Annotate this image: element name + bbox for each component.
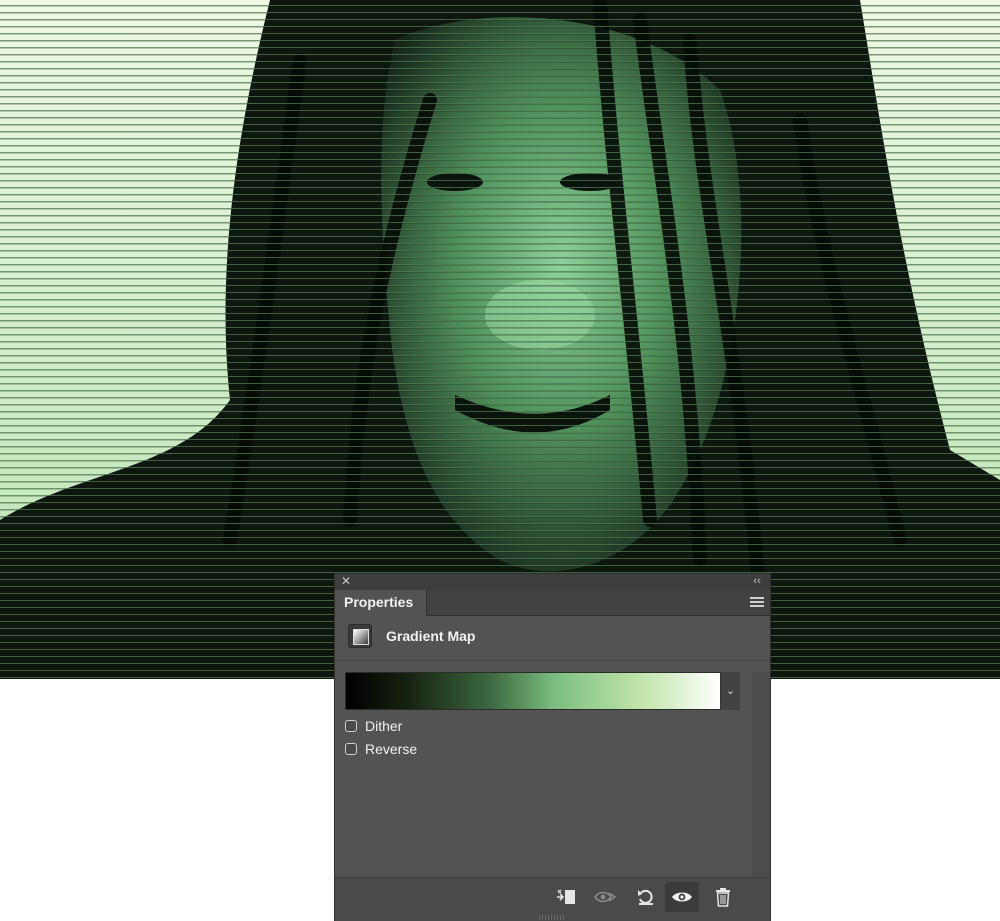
properties-panel: ✕ ‹‹ Properties Gradient Map ⌄ Dither Re… — [335, 574, 770, 921]
tab-properties[interactable]: Properties — [335, 590, 427, 616]
eye-icon — [672, 892, 692, 902]
panel-menu-icon[interactable] — [750, 597, 764, 608]
dither-checkbox[interactable] — [345, 720, 357, 732]
visibility-toggle-button[interactable] — [665, 882, 699, 912]
panel-scrollbar[interactable] — [752, 672, 770, 878]
gradient-map-icon — [348, 624, 372, 648]
resize-grip[interactable] — [539, 915, 565, 920]
reset-icon — [638, 889, 653, 905]
chevron-down-icon[interactable]: ⌄ — [720, 672, 740, 710]
close-icon[interactable]: ✕ — [340, 575, 352, 588]
view-previous-state-button[interactable] — [589, 882, 623, 912]
panel-bottom-toolbar — [335, 877, 770, 921]
clip-to-layer-button[interactable] — [549, 882, 583, 912]
adjustment-header: Gradient Map — [335, 616, 770, 661]
clip-to-layer-icon — [557, 889, 575, 904]
delete-button[interactable] — [706, 882, 740, 912]
trash-icon — [716, 888, 730, 907]
reverse-checkbox[interactable] — [345, 743, 357, 755]
panel-tab-row: Properties — [335, 590, 770, 616]
panel-titlebar: ✕ ‹‹ — [335, 574, 770, 590]
reset-button[interactable] — [629, 882, 663, 912]
adjustment-title: Gradient Map — [386, 628, 476, 644]
collapse-icon[interactable]: ‹‹ — [750, 574, 764, 589]
view-previous-state-icon — [594, 891, 617, 903]
dither-label: Dither — [365, 718, 403, 734]
reverse-label: Reverse — [365, 741, 418, 757]
gradient-preview-bar[interactable] — [346, 673, 720, 709]
gradient-picker[interactable] — [345, 672, 737, 710]
